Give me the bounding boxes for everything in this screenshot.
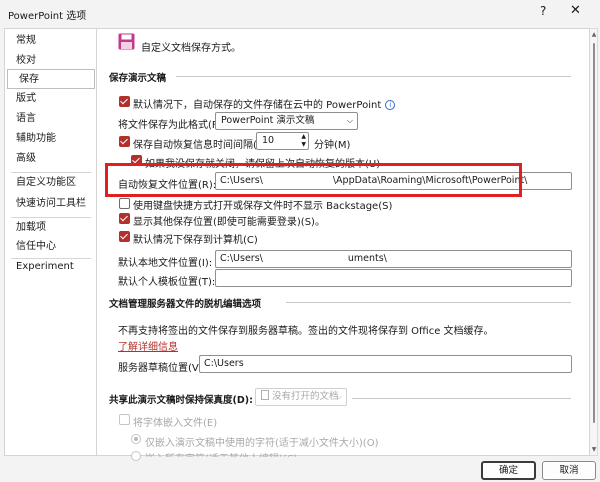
save-to-computer-checkbox[interactable] — [119, 231, 130, 242]
autorecover-label: 保存自动恢复信息时间间隔(A) — [133, 140, 268, 151]
save-section-title: 保存演示文稿 — [109, 73, 167, 84]
ok-button[interactable]: 确定 — [481, 461, 536, 480]
section-divider — [352, 398, 571, 399]
sidebar-item-accessibility[interactable]: 辅助功能 — [5, 129, 96, 149]
sidebar-item-quick-access-toolbar[interactable]: 快速访问工具栏 — [5, 194, 96, 214]
scroll-down-icon[interactable]: ▼ — [590, 446, 598, 453]
chevron-down-icon: ⌵ — [346, 116, 353, 125]
sidebar-item-layout[interactable]: 版式 — [5, 89, 96, 109]
embed-fonts-label: 将字体嵌入文件(E) — [133, 418, 218, 429]
local-location-label: 默认本地文件位置(I): — [118, 258, 213, 269]
embed-used-label: 仅嵌入演示文稿中使用的字符(适于减小文件大小)(O) — [145, 438, 379, 449]
sidebar-item-general[interactable]: 常规 — [5, 31, 96, 51]
format-label: 将文件保存为此格式(F): — [118, 120, 225, 131]
section-divider — [286, 302, 571, 303]
server-drafts-field[interactable]: C:\Users — [199, 355, 572, 373]
cancel-button[interactable]: 取消 — [542, 461, 596, 480]
highlight-box — [105, 163, 522, 197]
embed-all-radio[interactable] — [131, 451, 141, 461]
vertical-scrollbar[interactable]: ▲ ▼ — [590, 28, 598, 456]
info-icon: i — [385, 100, 396, 110]
offline-description: 不再支持将签出的文件保存到服务器草稿。签出的文件现将保存到 Office 文档缓… — [118, 326, 494, 337]
sidebar-item-trust-center[interactable]: 信任中心 — [5, 237, 96, 257]
title-bar: PowerPoint 选项 ? ✕ — [0, 0, 600, 26]
save-disk-icon — [118, 33, 135, 50]
help-icon[interactable]: ? — [540, 4, 546, 18]
show-more-locations-label: 显示其他保存位置(即使可能需要登录)(S)。 — [133, 217, 325, 228]
offline-section-title: 文档管理服务器文件的脱机编辑选项 — [109, 299, 262, 310]
cloud-default-checkbox[interactable] — [119, 96, 130, 107]
template-location-label: 默认个人模板位置(T): — [118, 277, 216, 288]
embed-fonts-checkbox[interactable] — [119, 414, 130, 425]
backstage-checkbox[interactable] — [119, 198, 130, 209]
cloud-default-label: 默认情况下，自动保存的文件存储在云中的 PowerPoint i — [133, 96, 396, 111]
scroll-thumb[interactable] — [593, 43, 595, 423]
stepper-arrows-icon[interactable]: ▲ ▼ — [301, 133, 306, 149]
sidebar-item-customize-ribbon[interactable]: 自定义功能区 — [5, 173, 96, 193]
embed-used-radio[interactable] — [131, 434, 141, 444]
chevron-down-icon: ⌵ — [335, 392, 342, 401]
sidebar-item-add-ins[interactable]: 加载项 — [5, 218, 96, 238]
show-more-locations-checkbox[interactable] — [119, 213, 130, 224]
document-icon — [261, 390, 269, 400]
backstage-label: 使用键盘快捷方式打开或保存文件时不显示 Backstage(S) — [133, 201, 393, 212]
embed-all-label: 嵌入所有字符(适于其他人编辑)(C) — [145, 454, 298, 465]
save-to-computer-label: 默认情况下保存到计算机(C) — [133, 235, 258, 246]
server-drafts-label: 服务器草稿位置(V): — [118, 363, 207, 374]
sidebar-item-proofing[interactable]: 校对 — [5, 51, 96, 71]
template-location-field[interactable] — [215, 269, 572, 287]
sidebar-item-save[interactable]: 保存 — [7, 69, 95, 89]
format-select[interactable]: PowerPoint 演示文稿 ⌵ — [215, 112, 358, 130]
autorecover-minutes-stepper[interactable]: 10 ▲ ▼ — [256, 132, 309, 150]
page-header: 自定义文档保存方式。 — [141, 43, 241, 54]
sidebar: 常规 校对 保存 版式 语言 辅助功能 高级 自定义功能区 快速访问工具栏 加载… — [4, 28, 96, 456]
close-icon[interactable]: ✕ — [570, 3, 581, 18]
local-location-field[interactable]: C:\Users\ uments\ — [215, 250, 572, 268]
scroll-up-icon[interactable]: ▲ — [590, 31, 598, 38]
sidebar-item-advanced[interactable]: 高级 — [5, 149, 96, 169]
section-divider — [176, 76, 571, 77]
fidelity-section-title: 共享此演示文稿时保持保真度(D): — [109, 395, 253, 406]
autorecover-checkbox[interactable] — [119, 136, 130, 147]
learn-more-link[interactable]: 了解详细信息 — [118, 338, 178, 353]
document-select[interactable]: 没有打开的文档 ⌵ — [255, 388, 347, 406]
minutes-label: 分钟(M) — [314, 140, 351, 151]
window-title: PowerPoint 选项 — [8, 11, 87, 22]
sidebar-item-experiment[interactable]: Experiment — [5, 257, 96, 277]
sidebar-item-language[interactable]: 语言 — [5, 109, 96, 129]
